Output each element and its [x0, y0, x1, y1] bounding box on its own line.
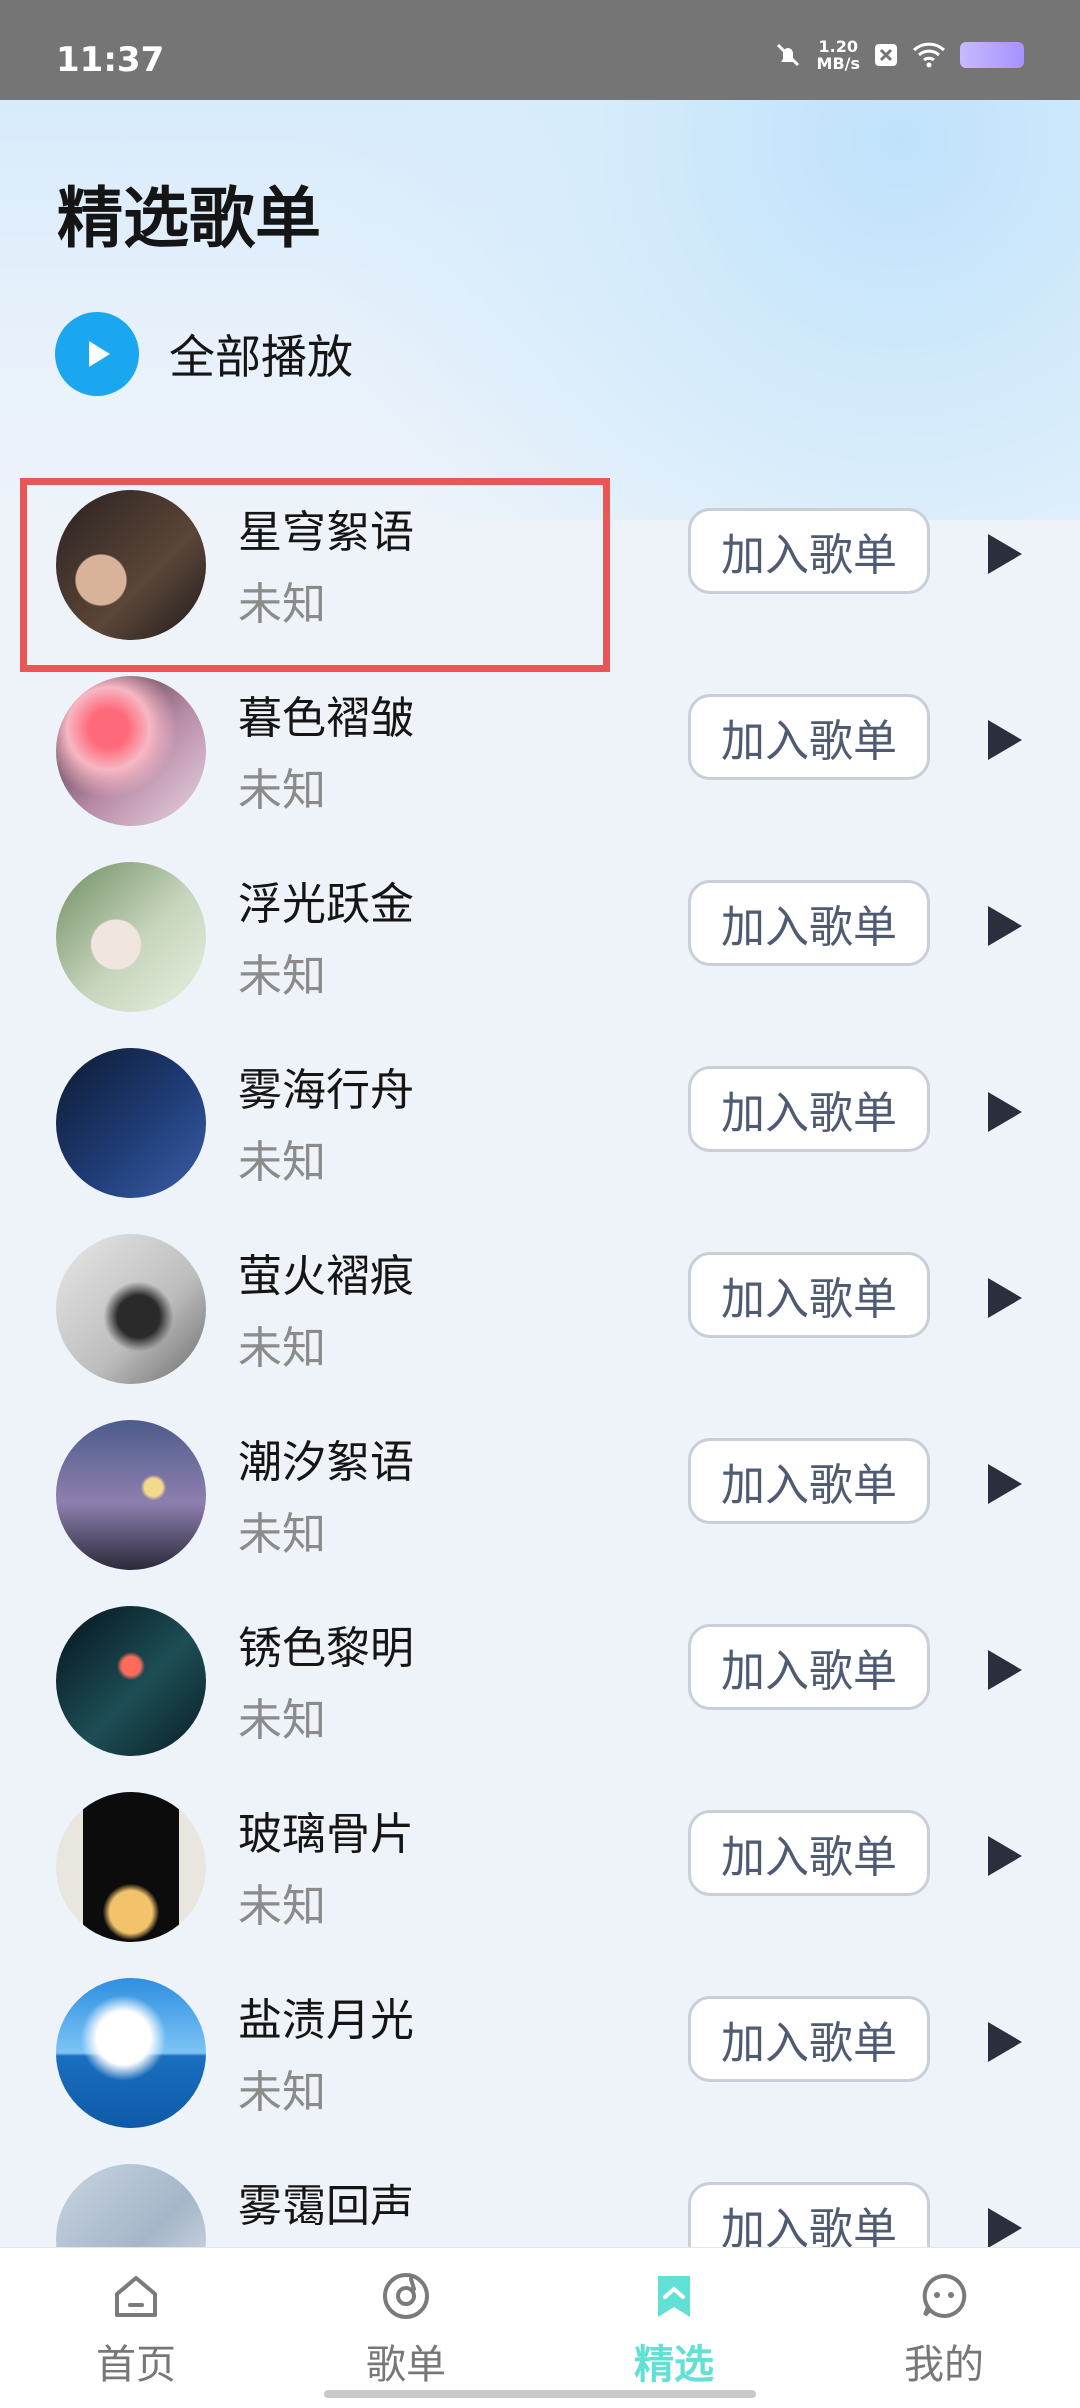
add-to-playlist-button[interactable]: 加入歌单 — [688, 1996, 930, 2082]
add-to-playlist-button[interactable]: 加入歌单 — [688, 1066, 930, 1152]
song-row[interactable]: 潮汐絮语 未知 加入歌单 — [0, 1420, 1080, 1606]
song-cover-image — [56, 1978, 206, 2128]
song-artist: 未知 — [238, 1509, 326, 1560]
network-speed: 1.20 MB/s — [816, 37, 860, 73]
song-artist: 未知 — [238, 1695, 326, 1746]
song-title: 玻璃骨片 — [238, 1809, 414, 1860]
song-title: 浮光跃金 — [238, 879, 414, 930]
tab-label: 精选 — [634, 2342, 714, 2388]
tab-label: 我的 — [904, 2342, 984, 2388]
song-cover-image — [56, 676, 206, 826]
tab-label: 首页 — [96, 2342, 176, 2388]
mute-bell-icon — [776, 43, 799, 67]
add-to-playlist-button[interactable]: 加入歌单 — [688, 1252, 930, 1338]
chat-face-icon — [844, 2266, 1044, 2326]
status-icons: 1.20 MB/s — [773, 38, 1024, 72]
song-row[interactable]: 锈色黎明 未知 加入歌单 — [0, 1606, 1080, 1792]
song-artist: 未知 — [238, 1881, 326, 1932]
add-to-playlist-button[interactable]: 加入歌单 — [688, 1438, 930, 1524]
add-to-playlist-button[interactable]: 加入歌单 — [688, 1624, 930, 1710]
song-artist: 未知 — [238, 2067, 326, 2118]
play-icon[interactable] — [988, 906, 1022, 946]
song-title: 雾霭回声 — [238, 2181, 414, 2232]
song-row[interactable]: 玻璃骨片 未知 加入歌单 — [0, 1792, 1080, 1978]
song-row[interactable]: 萤火褶痕 未知 加入歌单 — [0, 1234, 1080, 1420]
song-row[interactable]: 雾海行舟 未知 加入歌单 — [0, 1048, 1080, 1234]
tab-mine[interactable]: 我的 — [844, 2266, 1044, 2390]
play-icon[interactable] — [988, 1092, 1022, 1132]
play-all-button[interactable]: 全部播放 — [55, 312, 353, 396]
page-title: 精选歌单 — [57, 180, 321, 257]
song-title: 潮汐絮语 — [238, 1437, 414, 1488]
song-title: 雾海行舟 — [238, 1065, 414, 1116]
tab-home[interactable]: 首页 — [36, 2266, 236, 2390]
song-cover-image — [56, 1048, 206, 1198]
play-icon[interactable] — [988, 1836, 1022, 1876]
song-cover-image — [56, 1606, 206, 1756]
song-title: 萤火褶痕 — [238, 1251, 414, 1302]
close-box-icon — [875, 44, 897, 66]
play-icon[interactable] — [988, 2022, 1022, 2062]
disc-icon — [306, 2266, 506, 2326]
song-title: 锈色黎明 — [238, 1623, 414, 1674]
song-row[interactable]: 盐渍月光 未知 加入歌单 — [0, 1978, 1080, 2164]
play-icon[interactable] — [988, 1464, 1022, 1504]
play-all-label: 全部播放 — [169, 330, 353, 384]
song-artist: 未知 — [238, 951, 326, 1002]
play-icon[interactable] — [988, 534, 1022, 574]
add-to-playlist-button[interactable]: 加入歌单 — [688, 508, 930, 594]
home-indicator — [324, 2390, 756, 2398]
song-row[interactable]: 暮色褶皱 未知 加入歌单 — [0, 676, 1080, 862]
play-icon[interactable] — [988, 2208, 1022, 2248]
play-icon[interactable] — [988, 1650, 1022, 1690]
song-cover-image — [56, 862, 206, 1012]
song-cover-image — [56, 1792, 206, 1942]
home-icon — [36, 2266, 236, 2326]
battery-icon — [960, 42, 1024, 68]
song-title: 暮色褶皱 — [238, 693, 414, 744]
header-background — [0, 100, 1080, 520]
status-bar: 11:37 1.20 MB/s — [0, 0, 1080, 100]
play-icon[interactable] — [988, 1278, 1022, 1318]
song-cover-image — [56, 1420, 206, 1570]
add-to-playlist-button[interactable]: 加入歌单 — [688, 694, 930, 780]
highlight-box — [20, 478, 610, 672]
bottom-tab-bar: 首页 歌单 精选 我的 — [0, 2247, 1080, 2408]
wifi-icon — [912, 42, 946, 68]
tab-playlist[interactable]: 歌单 — [306, 2266, 506, 2390]
status-time: 11:37 — [56, 40, 165, 80]
song-row[interactable]: 浮光跃金 未知 加入歌单 — [0, 862, 1080, 1048]
play-all-icon — [55, 312, 139, 396]
tab-label: 歌单 — [366, 2342, 446, 2388]
song-artist: 未知 — [238, 1323, 326, 1374]
play-icon[interactable] — [988, 720, 1022, 760]
add-to-playlist-button[interactable]: 加入歌单 — [688, 880, 930, 966]
song-title: 盐渍月光 — [238, 1995, 414, 2046]
song-artist: 未知 — [238, 765, 326, 816]
bookmark-icon — [574, 2266, 774, 2326]
song-cover-image — [56, 1234, 206, 1384]
song-list: 星穹絮语 未知 加入歌单 暮色褶皱 未知 加入歌单 浮光跃金 未知 加入歌单 雾… — [0, 490, 1080, 2350]
song-artist: 未知 — [238, 1137, 326, 1188]
add-to-playlist-button[interactable]: 加入歌单 — [688, 1810, 930, 1896]
tab-featured[interactable]: 精选 — [574, 2266, 774, 2390]
